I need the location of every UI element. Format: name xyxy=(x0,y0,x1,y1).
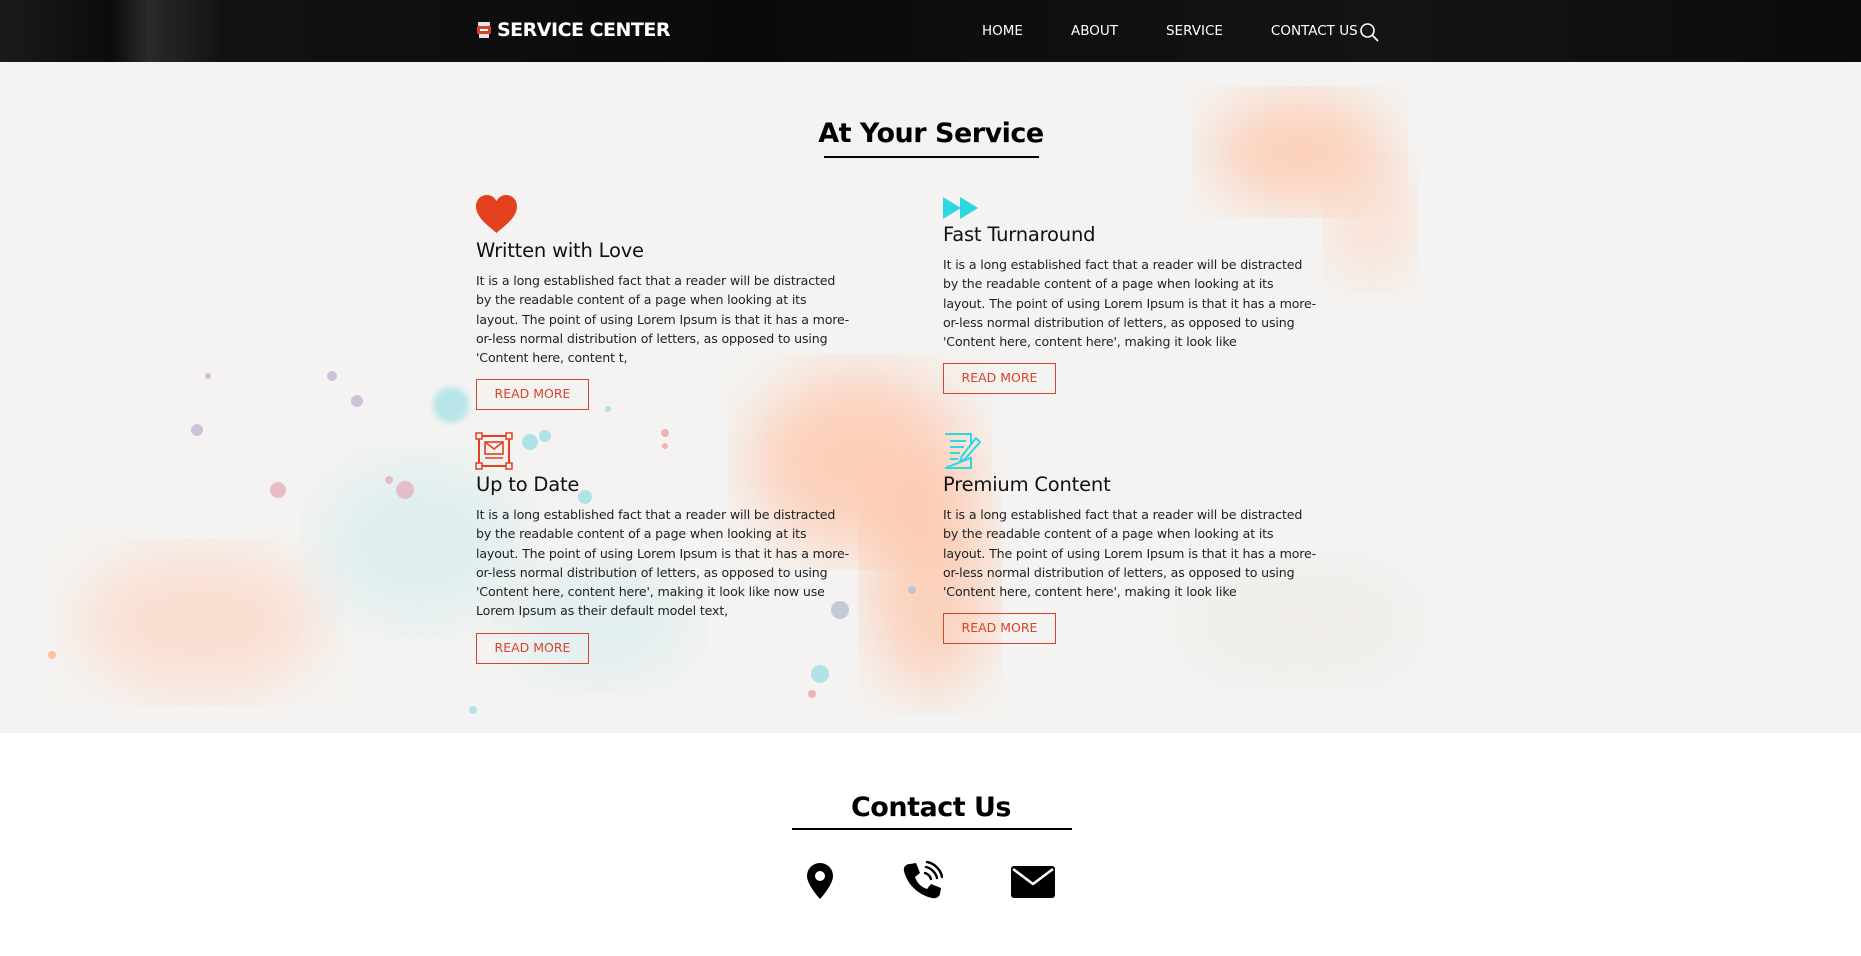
logo-icon xyxy=(477,22,491,38)
contact-title: Contact Us xyxy=(850,792,1012,823)
service-title: At Your Service xyxy=(818,118,1044,149)
main-nav: HOME ABOUT SERVICE CONTACT US xyxy=(982,23,1406,39)
nav-service[interactable]: SERVICE xyxy=(1166,23,1223,39)
service-card-premium-content: Premium Content It is a long established… xyxy=(943,473,1323,645)
card-title: Written with Love xyxy=(476,239,644,262)
card-text: It is a long established fact that a rea… xyxy=(476,273,850,366)
read-more-button[interactable]: READ MORE xyxy=(476,632,589,664)
service-card-fast-turnaround: Fast Turnaround It is a long established… xyxy=(943,223,1323,395)
card-title: Up to Date xyxy=(476,473,580,496)
card-text: It is a long established fact that a rea… xyxy=(476,507,850,619)
card-title: Premium Content xyxy=(943,473,1111,496)
read-more-button[interactable]: READ MORE xyxy=(943,613,1056,645)
read-more-button[interactable]: READ MORE xyxy=(476,379,589,411)
site-header: SERVICE CENTER HOME ABOUT SERVICE CONTAC… xyxy=(0,0,1861,62)
fast-forward-icon xyxy=(943,197,978,219)
card-text: It is a long established fact that a rea… xyxy=(943,507,1317,600)
card-text: It is a long established fact that a rea… xyxy=(943,257,1317,350)
newspaper-icon xyxy=(475,432,513,470)
logo-text: SERVICE CENTER xyxy=(497,19,671,41)
service-section: At Your Service Written with Love It is … xyxy=(0,62,1861,733)
nav-contact-us[interactable]: CONTACT US xyxy=(1271,23,1358,39)
contact-section: Contact Us xyxy=(0,733,1861,956)
document-edit-icon xyxy=(944,433,981,469)
phone-icon[interactable] xyxy=(901,861,943,901)
envelope-icon[interactable] xyxy=(1010,865,1056,899)
contact-title-underline xyxy=(792,828,1072,830)
nav-home[interactable]: HOME xyxy=(982,23,1023,39)
card-title: Fast Turnaround xyxy=(943,223,1096,246)
watercolor-background xyxy=(0,62,1861,733)
service-card-up-to-date: Up to Date It is a long established fact… xyxy=(476,473,856,664)
nav-about[interactable]: ABOUT xyxy=(1071,23,1118,39)
logo[interactable]: SERVICE CENTER xyxy=(476,19,671,41)
service-title-underline xyxy=(824,156,1039,158)
map-pin-icon[interactable] xyxy=(806,862,834,900)
heart-icon xyxy=(476,195,517,233)
search-icon[interactable] xyxy=(1359,22,1379,42)
read-more-button[interactable]: READ MORE xyxy=(943,363,1056,395)
service-card-written-with-love: Written with Love It is a long establish… xyxy=(476,239,856,411)
